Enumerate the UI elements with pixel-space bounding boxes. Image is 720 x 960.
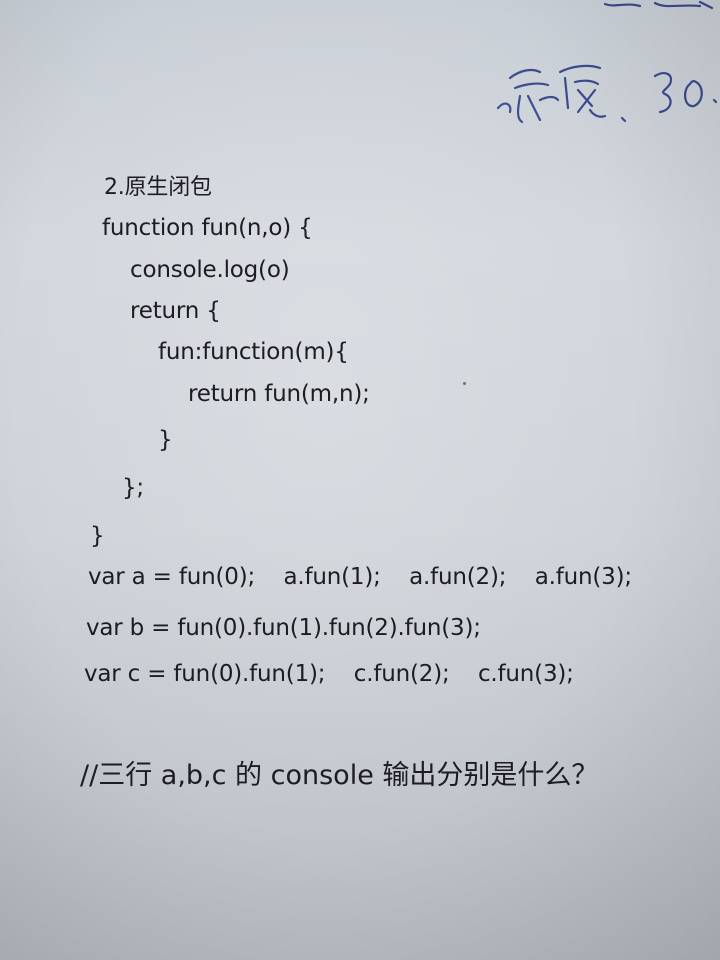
- code-line: var b = fun(0).fun(1).fun(2).fun(3);: [86, 615, 481, 641]
- code-line: return {: [130, 298, 221, 324]
- code-line: fun:function(m){: [158, 339, 349, 365]
- paper-speck: [463, 382, 466, 385]
- code-line: };: [122, 475, 144, 501]
- code-line: var a = fun(0); a.fun(1); a.fun(2); a.fu…: [88, 564, 632, 590]
- code-line: }: [158, 427, 173, 453]
- code-line: function fun(n,o) {: [102, 215, 313, 241]
- code-line: return fun(m,n);: [188, 381, 370, 407]
- question-text: //三行 a,b,c 的 console 输出分别是什么？: [80, 760, 599, 791]
- handwritten-note: [496, 0, 718, 124]
- code-line: }: [90, 523, 105, 549]
- code-line: var c = fun(0).fun(1); c.fun(2); c.fun(3…: [84, 661, 574, 687]
- paper-shading: [0, 0, 720, 960]
- code-line: console.log(o): [130, 257, 290, 283]
- document-heading: 2.原生闭包: [104, 175, 212, 200]
